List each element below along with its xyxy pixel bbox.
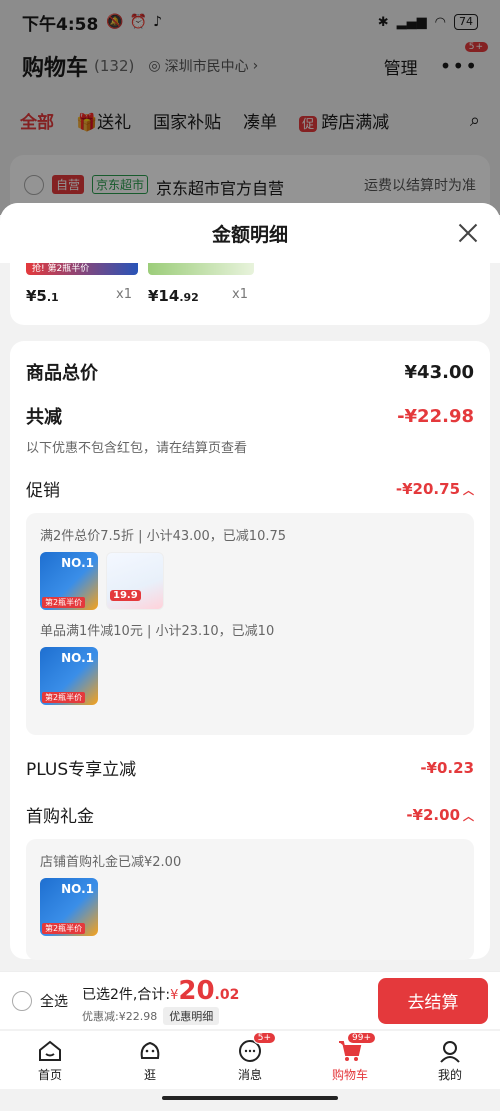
selected-summary: 已选2件,合计: [82,987,171,1003]
plus-row: PLUS专享立减 -¥0.23 [26,755,474,781]
tab-home[interactable]: 首页 [20,1038,80,1083]
plus-value: -¥0.23 [420,758,474,777]
gift-detail-box: 店铺首购礼金已减¥2.00 NO.1 第2瓶半价 [26,839,474,960]
product-thumbnail[interactable]: NO.1 第2瓶半价 [40,647,98,705]
total-label: 商品总价 [26,363,98,384]
sheet-header: 金额明细 [0,203,500,263]
items-card: 抢! 第2瓶半价 ¥5.1 x1 ¥14.92 x1 [10,263,490,325]
amount-detail-card: 商品总价 ¥43.00 共减 -¥22.98 以下优惠不包含红包，请在结算页查看… [10,341,490,960]
checkout-bar: 全选 已选2件,合计: ¥ 20 .02 优惠减:¥22.98 优惠明细 去结算 [0,971,500,1029]
gift-value: -¥2.00 ︿ [406,805,474,824]
bottom-tab-bar: 首页 逛 消息 5+ 购物车 99+ 我的 [0,1031,500,1089]
product-thumbnail[interactable]: NO.1 第2瓶半价 [40,878,98,936]
discount-summary: 优惠减:¥22.98 [82,1010,158,1023]
home-icon [39,1040,61,1061]
gift-label: 首购礼金 [26,807,94,827]
tab-cart[interactable]: 购物车 99+ [320,1031,380,1083]
product-row: NO.1 第2瓶半价 19.9 [40,552,460,610]
product-thumbnail[interactable]: NO.1 第2瓶半价 [40,552,98,610]
promo-value: -¥20.75 ︿ [395,479,474,498]
promo-row[interactable]: 促销 -¥20.75 ︿ [26,476,474,502]
sum-amount: 20 [178,976,215,1006]
checkout-button[interactable]: 去结算 [378,977,488,1024]
plus-label: PLUS专享立减 [26,760,137,780]
product-row: NO.1 第2瓶半价 [40,878,460,936]
reduce-label: 共减 [26,407,62,428]
item-price: ¥14.92 [148,287,199,305]
product-thumbnail[interactable]: 19.9 [106,552,164,610]
discount-detail-button[interactable]: 优惠明细 [163,1007,220,1025]
reduce-value: -¥22.98 [397,405,474,427]
stroll-icon [140,1041,160,1059]
item-price: ¥5.1 [26,287,59,305]
tab-messages[interactable]: 消息 5+ [220,1031,280,1083]
select-all-label[interactable]: 全选 [40,991,68,1011]
chevron-up-icon: ︿ [463,809,474,823]
gift-line: 店铺首购礼金已减¥2.00 [40,855,182,870]
close-icon[interactable] [456,221,480,245]
promo-label: 促销 [26,481,60,501]
product-thumbnail[interactable] [148,263,254,275]
promo-line: 满2件总价7.5折 | 小计43.00，已减10.75 [40,529,287,544]
profile-icon [440,1040,460,1063]
message-badge: 5+ [252,1031,276,1044]
product-row: NO.1 第2瓶半价 [40,647,460,705]
promo-detail-box: 满2件总价7.5折 | 小计43.00，已减10.75 NO.1 第2瓶半价 1… [26,513,474,735]
amount-detail-sheet: 金额明细 抢! 第2瓶半价 ¥5.1 x1 ¥14.92 x1 商品总价 ¥43… [0,203,500,971]
promo-line: 单品满1件减10元 | 小计23.10，已减10 [40,624,275,639]
sum-block: 已选2件,合计: ¥ 20 .02 优惠减:¥22.98 优惠明细 [82,976,240,1025]
sheet-title: 金额明细 [211,223,288,246]
chevron-up-icon: ︿ [463,483,474,497]
cart-badge: 99+ [347,1031,376,1044]
discount-hint: 以下优惠不包含红包，请在结算页查看 [26,441,248,456]
total-value: ¥43.00 [404,361,474,383]
gift-row[interactable]: 首购礼金 -¥2.00 ︿ [26,802,474,828]
tab-profile[interactable]: 我的 [420,1038,480,1083]
home-indicator[interactable] [162,1096,338,1100]
item-quantity: x1 [116,287,132,302]
overlay-dim[interactable] [0,0,500,215]
total-row: 商品总价 ¥43.00 [26,359,474,385]
reduce-row: 共减 -¥22.98 [26,403,474,429]
tab-stroll[interactable]: 逛 [120,1038,180,1083]
item-quantity: x1 [232,287,248,302]
product-thumbnail[interactable]: 抢! 第2瓶半价 [26,263,138,275]
select-all-radio[interactable] [12,990,32,1011]
